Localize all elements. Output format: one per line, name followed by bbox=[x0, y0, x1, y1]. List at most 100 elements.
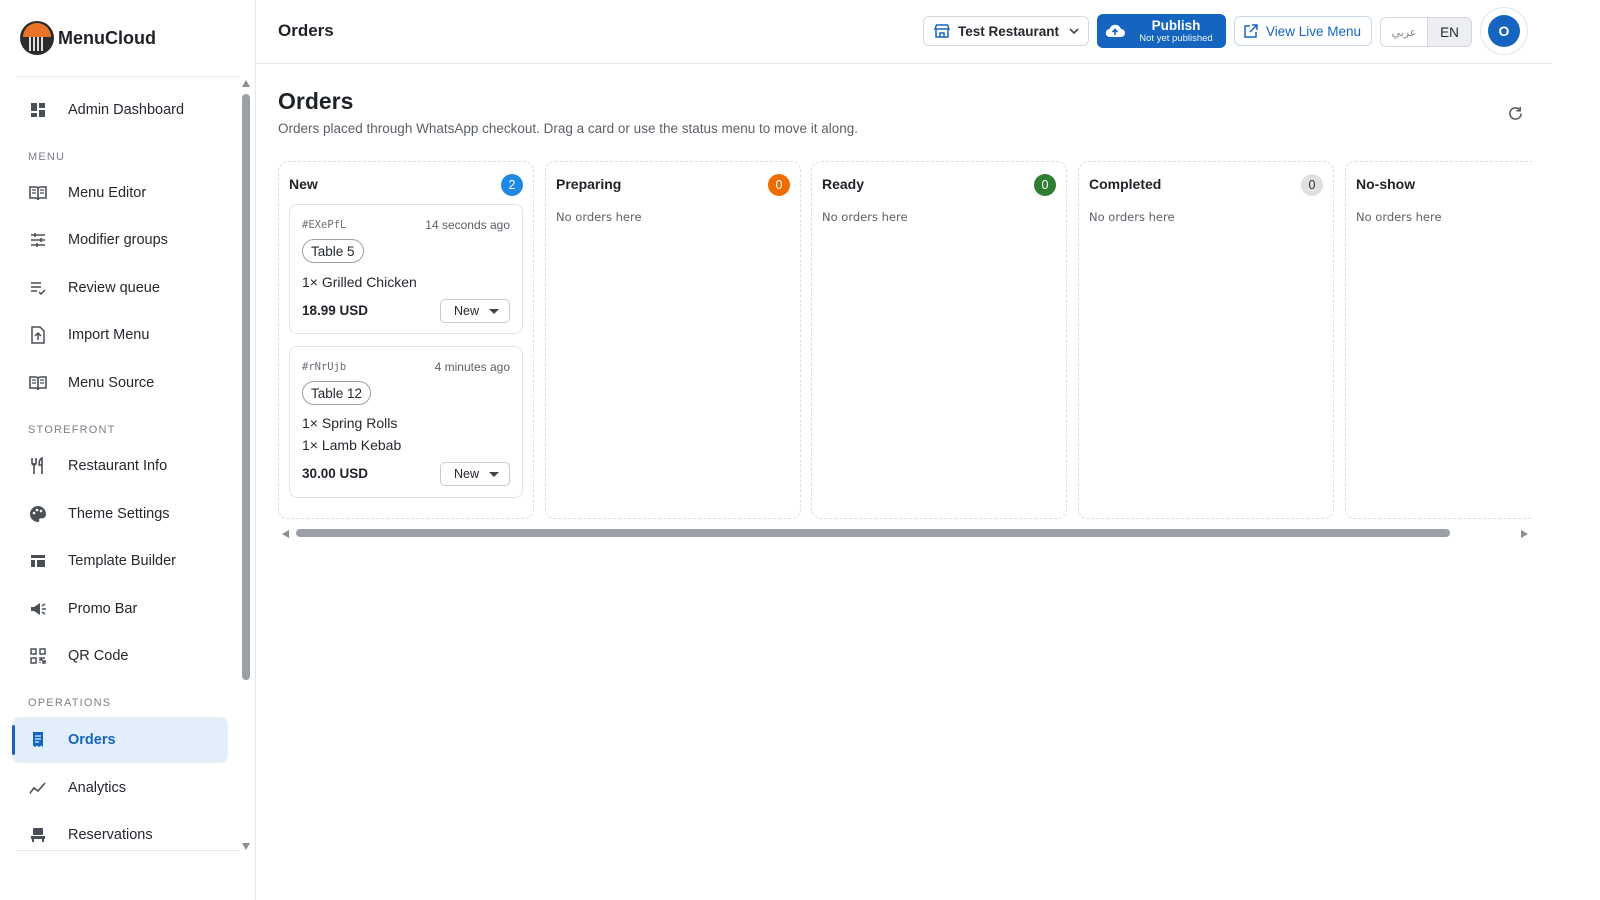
avatar: O bbox=[1488, 15, 1520, 47]
sidebar-item-review-queue[interactable]: Review queue bbox=[12, 265, 228, 311]
page-title: Orders bbox=[278, 88, 354, 114]
scrollbar-thumb[interactable] bbox=[242, 94, 250, 680]
scroll-down-arrow-icon[interactable] bbox=[242, 843, 250, 850]
sidebar-item-analytics[interactable]: Analytics bbox=[12, 765, 228, 811]
sidebar-item-restaurant-info[interactable]: Restaurant Info bbox=[12, 443, 228, 489]
sidebar-item-label: Template Builder bbox=[68, 553, 176, 569]
scroll-up-arrow-icon[interactable] bbox=[242, 80, 250, 87]
sidebar-item-label: Theme Settings bbox=[68, 506, 170, 522]
sidebar-item-modifier-groups[interactable]: Modifier groups bbox=[12, 217, 228, 263]
sidebar-item-import-menu[interactable]: Import Menu bbox=[12, 312, 228, 358]
brand[interactable]: MenuCloud bbox=[20, 20, 156, 56]
order-item: 1× Lamb Kebab bbox=[302, 437, 402, 453]
column-completed[interactable]: Completed 0 No orders here bbox=[1078, 161, 1334, 519]
chevron-down-icon bbox=[1069, 28, 1079, 34]
view-live-menu-button[interactable]: View Live Menu bbox=[1234, 16, 1372, 46]
column-count-badge: 0 bbox=[1301, 174, 1323, 196]
storefront-icon bbox=[934, 24, 950, 38]
order-card[interactable]: #EXePfL 14 seconds ago Table 5 1× Grille… bbox=[289, 204, 523, 334]
column-title: Completed bbox=[1089, 176, 1162, 192]
sidebar-divider bbox=[16, 850, 240, 851]
sidebar-item-qr-code[interactable]: QR Code bbox=[12, 633, 228, 679]
orders-board: New 2 #EXePfL 14 seconds ago Table 5 1× … bbox=[278, 161, 1532, 521]
page-subtitle: Orders placed through WhatsApp checkout.… bbox=[278, 121, 859, 136]
caret-down-icon bbox=[489, 308, 500, 314]
sidebar-item-label: Analytics bbox=[68, 780, 127, 796]
language-english-button[interactable]: EN bbox=[1427, 18, 1471, 46]
brand-name: MenuCloud bbox=[58, 27, 156, 48]
user-menu[interactable]: O bbox=[1480, 7, 1528, 55]
column-count-badge: 0 bbox=[1034, 174, 1056, 196]
sidebar-item-label: Promo Bar bbox=[68, 601, 138, 617]
top-bar: Orders Test Restaurant Publish Not yet p… bbox=[256, 0, 1552, 64]
sidebar-item-label: Menu Editor bbox=[68, 185, 147, 201]
view-live-menu-label: View Live Menu bbox=[1266, 23, 1362, 39]
sidebar-item-reservations[interactable]: Reservations bbox=[12, 812, 228, 858]
sidebar-item-promo-bar[interactable]: Promo Bar bbox=[12, 586, 228, 632]
sidebar-item-label: Reservations bbox=[68, 827, 153, 843]
qr-code-icon bbox=[28, 646, 48, 666]
publish-button[interactable]: Publish Not yet published bbox=[1097, 14, 1226, 48]
column-title: Ready bbox=[822, 176, 865, 192]
table-chip: Table 5 bbox=[302, 239, 364, 263]
column-no-show[interactable]: No-show No orders here bbox=[1345, 161, 1532, 519]
language-switcher: عربي EN bbox=[1380, 17, 1472, 47]
sliders-icon bbox=[28, 230, 48, 250]
column-new[interactable]: New 2 #EXePfL 14 seconds ago Table 5 1× … bbox=[278, 161, 534, 519]
chair-icon bbox=[28, 825, 48, 845]
empty-state: No orders here bbox=[1089, 210, 1175, 224]
sidebar-item-label: Orders bbox=[68, 732, 116, 748]
column-title: New bbox=[289, 176, 318, 192]
checklist-icon bbox=[28, 278, 48, 298]
book-icon bbox=[28, 373, 48, 393]
sidebar-item-admin-dashboard[interactable]: Admin Dashboard bbox=[12, 87, 228, 133]
external-link-icon bbox=[1244, 24, 1258, 38]
table-chip: Table 12 bbox=[302, 381, 372, 405]
file-upload-icon bbox=[28, 325, 48, 345]
order-item: 1× Spring Rolls bbox=[302, 415, 398, 431]
brand-logo-icon bbox=[20, 21, 54, 55]
sidebar-item-label: Restaurant Info bbox=[68, 458, 168, 474]
order-id: #EXePfL bbox=[302, 219, 347, 231]
board-horizontal-scrollbar[interactable] bbox=[282, 528, 1528, 540]
cloud-upload-icon bbox=[1105, 24, 1125, 38]
receipt-icon bbox=[28, 730, 48, 750]
palette-icon bbox=[28, 504, 48, 524]
sidebar-scrollbar[interactable] bbox=[242, 80, 250, 850]
refresh-icon[interactable] bbox=[1505, 103, 1525, 123]
sidebar-item-label: Admin Dashboard bbox=[68, 102, 185, 118]
scrollbar-thumb[interactable] bbox=[296, 529, 1450, 537]
section-title-storefront: STOREFRONT bbox=[28, 424, 116, 436]
sidebar-item-menu-editor[interactable]: Menu Editor bbox=[12, 170, 228, 216]
scroll-right-arrow-icon[interactable] bbox=[1521, 530, 1528, 538]
column-title: Preparing bbox=[556, 176, 622, 192]
sidebar-item-label: QR Code bbox=[68, 648, 129, 664]
scroll-left-arrow-icon[interactable] bbox=[282, 530, 289, 538]
publish-label: Publish bbox=[1151, 17, 1201, 33]
restaurant-selector-label: Test Restaurant bbox=[958, 23, 1060, 39]
sidebar-item-menu-source[interactable]: Menu Source bbox=[12, 360, 228, 406]
publish-status: Not yet published bbox=[1139, 32, 1213, 44]
layout-icon bbox=[28, 551, 48, 571]
status-dropdown[interactable]: New bbox=[440, 299, 510, 323]
status-dropdown[interactable]: New bbox=[440, 462, 510, 486]
order-total: 18.99 USD bbox=[302, 303, 369, 318]
sidebar-item-theme-settings[interactable]: Theme Settings bbox=[12, 491, 228, 537]
megaphone-icon bbox=[28, 599, 48, 619]
sidebar-item-orders[interactable]: Orders bbox=[12, 717, 228, 763]
sidebar-item-label: Import Menu bbox=[68, 327, 150, 343]
column-preparing[interactable]: Preparing 0 No orders here bbox=[545, 161, 801, 519]
utensils-icon bbox=[28, 456, 48, 476]
sidebar-item-template-builder[interactable]: Template Builder bbox=[12, 538, 228, 584]
language-arabic-button[interactable]: عربي bbox=[1381, 18, 1427, 46]
order-id: #rNrUjb bbox=[302, 361, 347, 373]
header-title: Orders bbox=[278, 21, 334, 40]
sidebar-nav: Admin Dashboard MENU Menu Editor Modifie… bbox=[0, 80, 240, 870]
order-time: 4 minutes ago bbox=[434, 360, 510, 374]
restaurant-selector[interactable]: Test Restaurant bbox=[923, 16, 1089, 46]
sidebar-item-label: Menu Source bbox=[68, 375, 155, 391]
caret-down-icon bbox=[489, 471, 500, 477]
column-ready[interactable]: Ready 0 No orders here bbox=[811, 161, 1067, 519]
empty-state: No orders here bbox=[556, 210, 642, 224]
order-card[interactable]: #rNrUjb 4 minutes ago Table 12 1× Spring… bbox=[289, 346, 523, 498]
